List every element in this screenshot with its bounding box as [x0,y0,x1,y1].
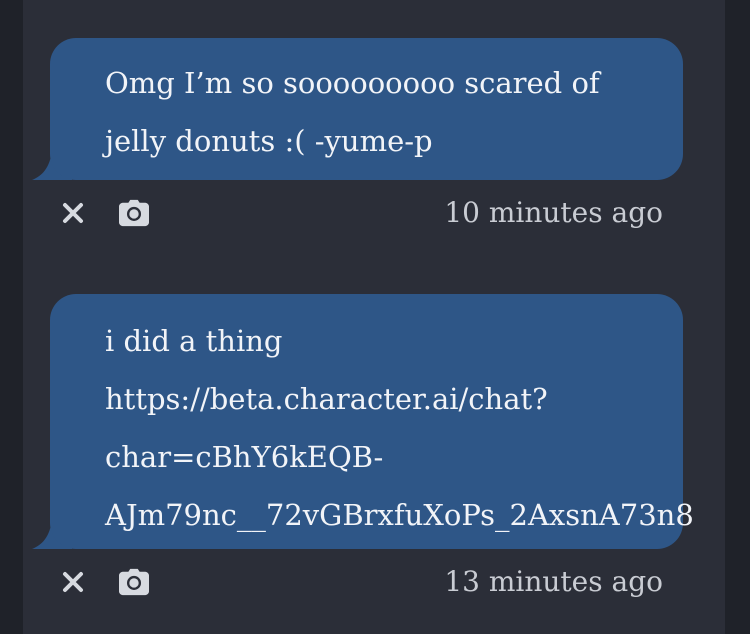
message-meta: 13 minutes ago [23,549,725,609]
message-line: jelly donuts :( -yume-p [105,124,433,158]
timestamp: 13 minutes ago [444,565,663,598]
message-bubble: Omg I’m so sooooooooo scared of jelly do… [50,38,683,180]
message-bubble: i did a thing https://beta.character.ai/… [50,294,694,549]
message-meta: 10 minutes ago [23,180,725,240]
message-link[interactable]: https://beta.character.ai/chat? [105,370,653,428]
message-bubble-wrap: i did a thing https://beta.character.ai/… [32,294,694,549]
message-item: Omg I’m so sooooooooo scared of jelly do… [23,38,725,240]
message-line: Omg I’m so sooooooooo scared of [105,66,600,100]
message-item: i did a thing https://beta.character.ai/… [23,294,725,609]
camera-icon[interactable] [119,198,149,228]
close-icon[interactable] [58,198,88,228]
message-link[interactable]: char=cBhY6kEQB- [105,428,653,486]
chat-panel: Omg I’m so sooooooooo scared of jelly do… [23,0,725,634]
message-line: i did a thing [105,324,283,358]
close-icon[interactable] [58,567,88,597]
message-bubble-wrap: Omg I’m so sooooooooo scared of jelly do… [32,38,683,180]
timestamp: 10 minutes ago [444,196,663,229]
camera-icon[interactable] [119,567,149,597]
message-link[interactable]: AJm79nc__72vGBrxfuXoPs_2AxsnA73n8 [105,486,694,544]
